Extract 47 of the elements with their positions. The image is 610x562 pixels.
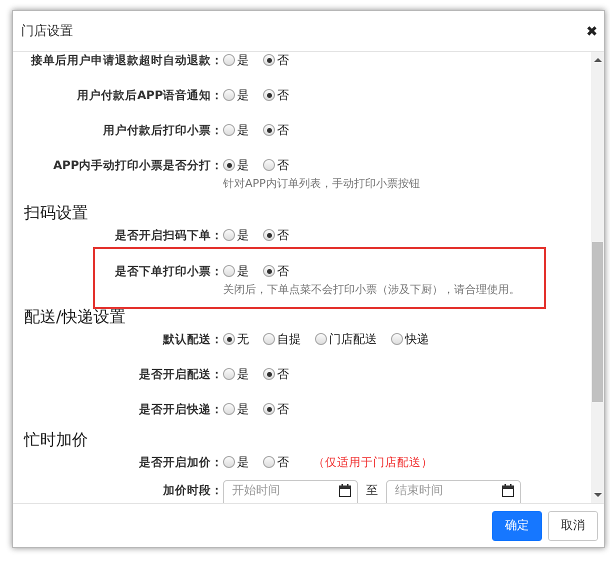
field-label: 是否开启加价： [138,454,223,470]
field-label: 是否开启快递： [138,402,223,416]
field-label: 用户付款后打印小票： [102,122,223,138]
radio-option[interactable]: 是 [223,262,249,280]
radio-option[interactable]: 无 [223,330,249,348]
calendar-icon [502,484,514,497]
radio-option[interactable]: 否 [263,122,289,138]
field-label: 默认配送： [162,332,223,346]
radio-option[interactable]: 否 [263,400,289,418]
note-text: （仅适用于门店配送） [313,454,433,470]
radio-option[interactable]: 是 [223,226,249,244]
field-label: 是否开启扫码下单： [114,228,223,242]
field-label: 接单后用户申请退款超时自动退款： [30,52,223,68]
radio-option[interactable]: 自提 [263,330,301,348]
cancel-button[interactable]: 取消 [548,510,598,540]
radio-option[interactable]: 快递 [391,330,429,348]
close-button[interactable]: ✖ [586,23,598,39]
radio-option[interactable]: 是 [223,122,249,138]
confirm-button[interactable]: 确定 [492,510,542,540]
section-title: 扫码设置 [24,203,88,222]
radio-option[interactable]: 门店配送 [315,330,377,348]
radio-option[interactable]: 否 [263,366,289,382]
radio-option[interactable]: 否 [263,226,289,244]
field-label: 是否下单打印小票： [114,264,223,278]
radio-option[interactable]: 是 [223,400,249,418]
hint-text: 关闭后，下单点菜不会打印小票（涉及下厨），请合理使用。 [223,283,520,296]
radio-option[interactable]: 是 [223,454,249,470]
radio-option[interactable]: 否 [263,262,289,280]
radio-option[interactable]: 是 [223,366,249,382]
separator-text: 至 [366,482,378,499]
section-title: 忙时加价 [24,430,88,449]
field-label: 加价时段： [162,482,223,499]
calendar-icon [339,484,351,497]
radio-option[interactable]: 否 [263,86,289,104]
scrollbar[interactable] [591,52,604,503]
field-label: APP内手动打印小票是否分打： [52,158,223,172]
field-label: 用户付款后APP语音通知： [76,88,223,102]
dialog-title: 门店设置 [21,23,73,40]
section-title: 配送/快递设置 [24,307,126,326]
radio-option[interactable]: 否 [263,52,289,68]
field-label: 是否开启配送： [138,366,223,382]
radio-option[interactable]: 否 [263,156,289,174]
radio-option[interactable]: 是 [223,52,249,68]
radio-option[interactable]: 是 [223,156,249,174]
radio-option[interactable]: 是 [223,86,249,104]
hint-text: 针对APP内订单列表，手动打印小票按钮 [223,177,420,190]
radio-option[interactable]: 否 [263,454,289,470]
